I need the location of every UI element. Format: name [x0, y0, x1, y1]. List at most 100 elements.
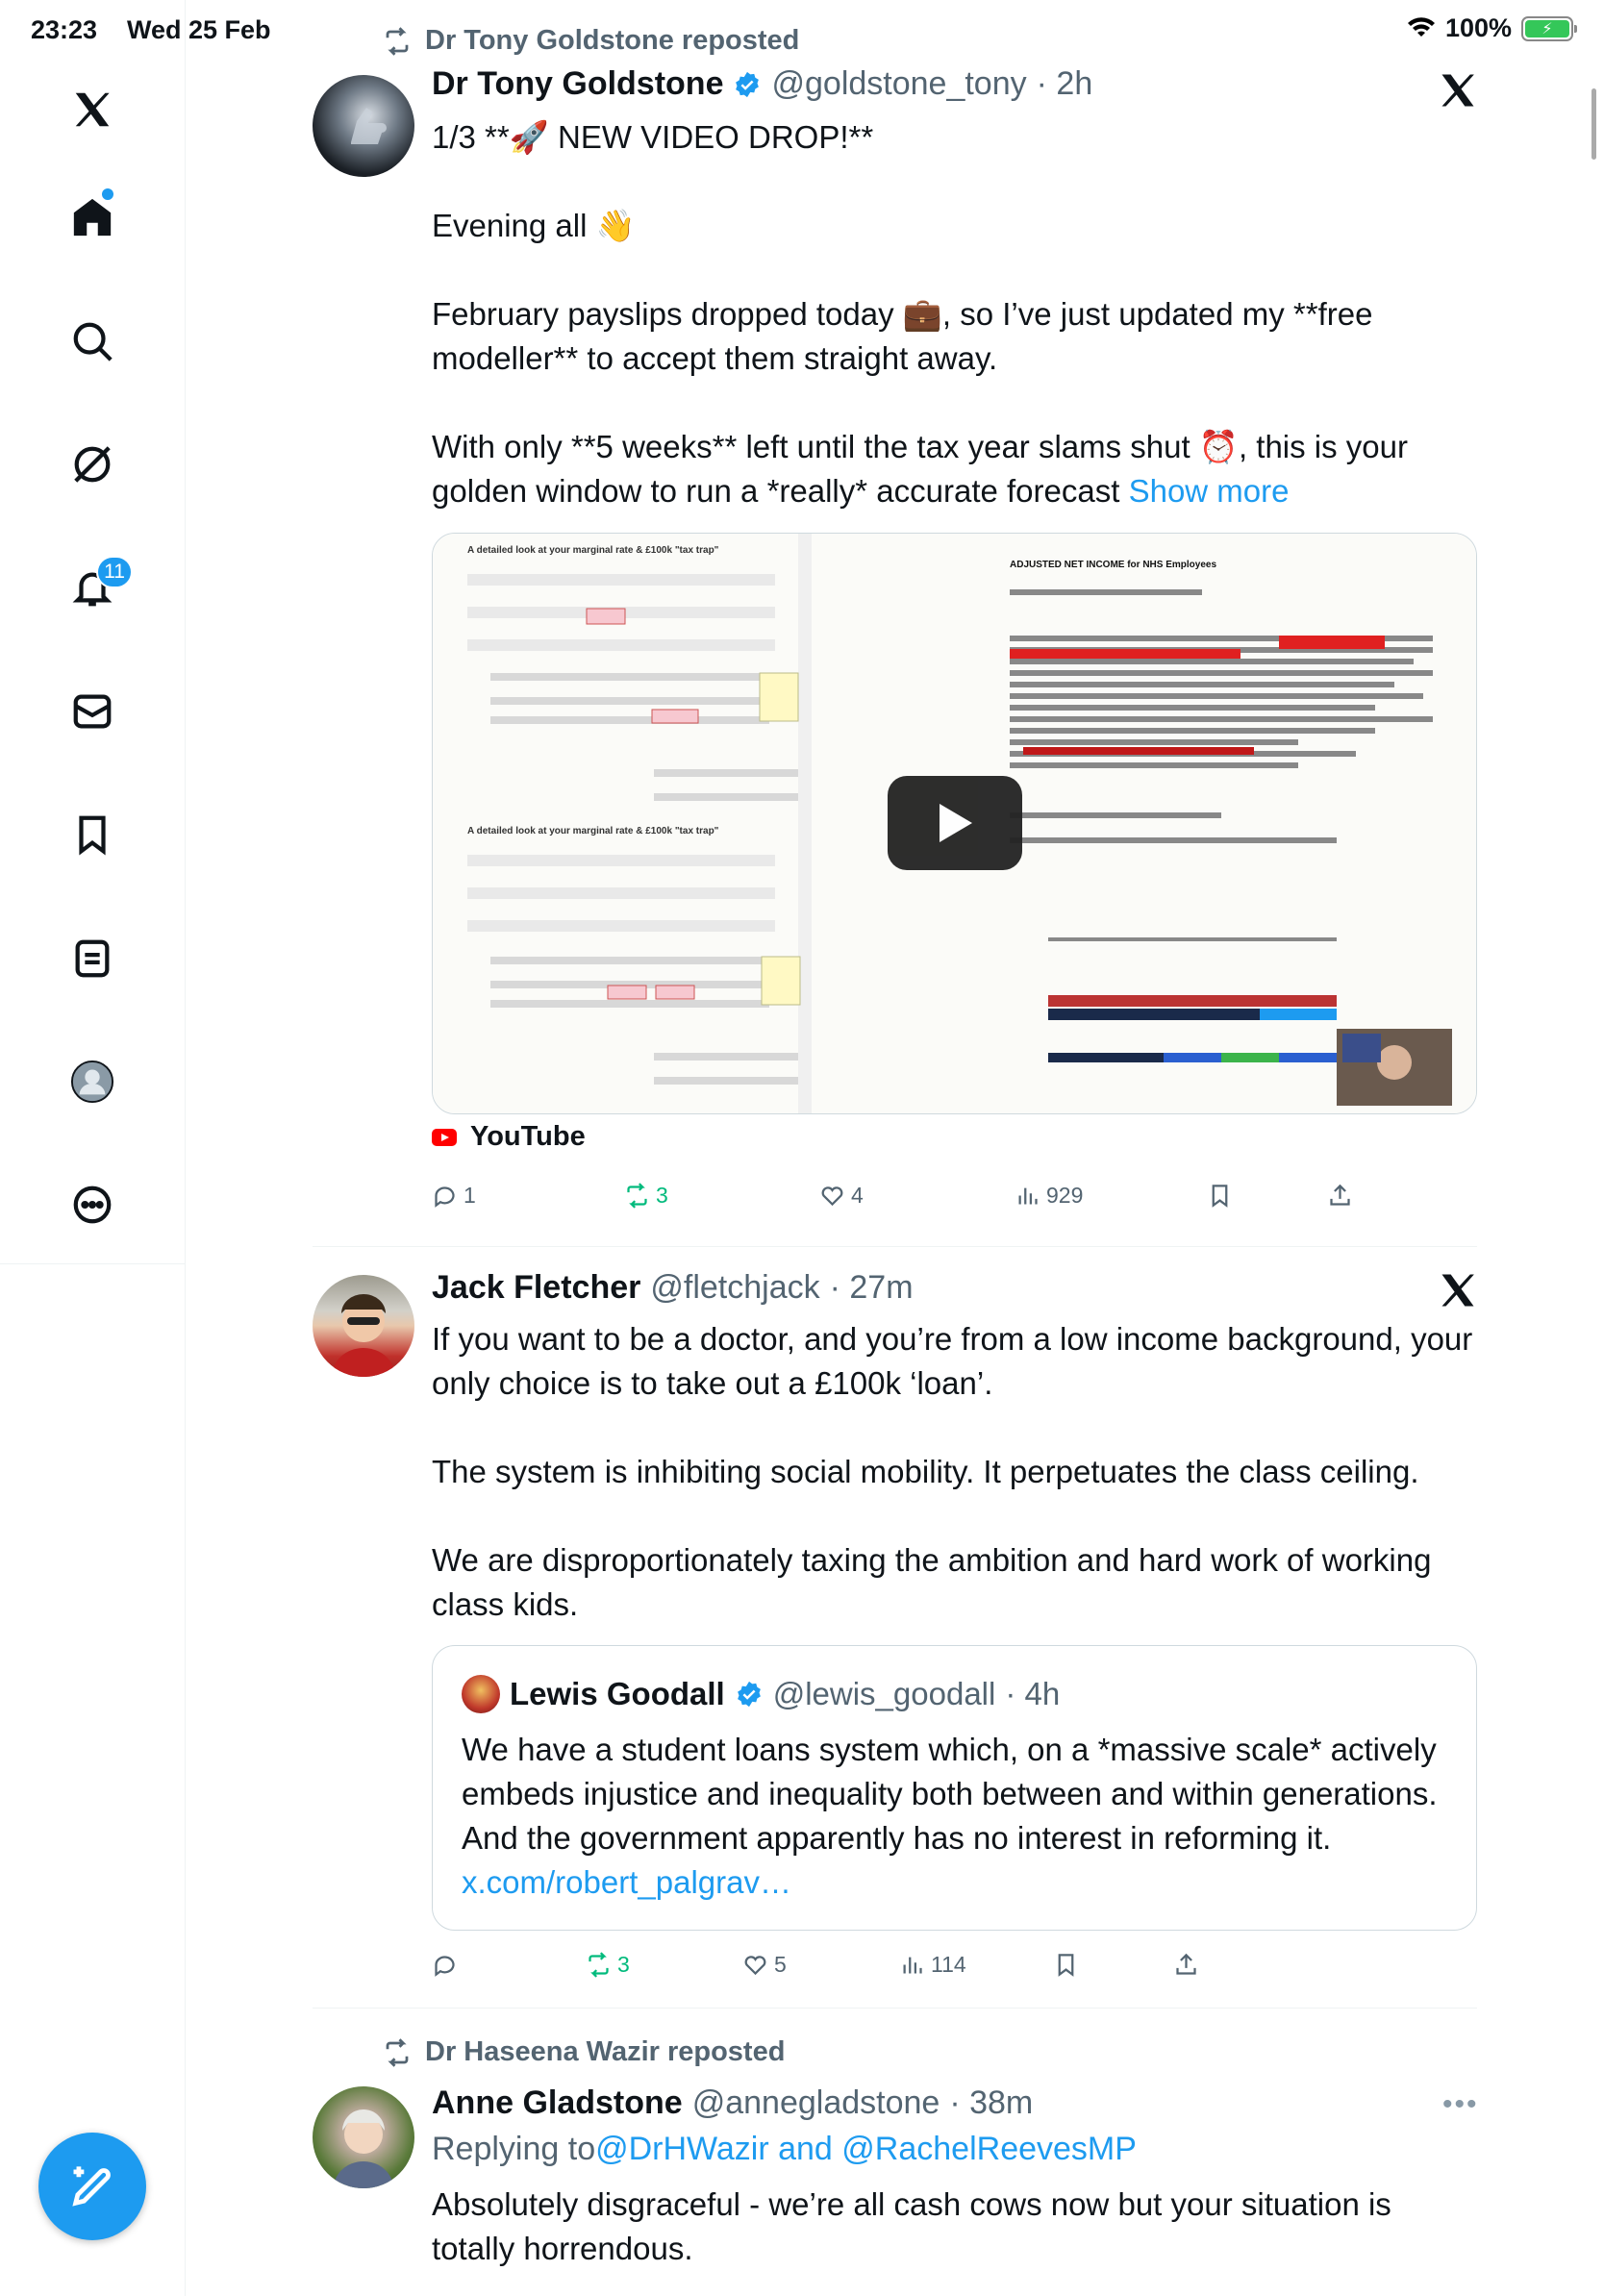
quoted-tweet-header: Lewis Goodall @lewis_goodall · 4h [462, 1675, 1060, 1713]
share-button[interactable] [1327, 1183, 1353, 1209]
author-handle[interactable]: @fletchjack [650, 1269, 819, 1307]
youtube-logo-icon [432, 1128, 457, 1146]
share-icon [1176, 1953, 1196, 1975]
repost-icon [589, 1952, 609, 1978]
tweet-divider [313, 1246, 1477, 1247]
search-icon[interactable] [59, 308, 126, 375]
bookmark-button[interactable] [1053, 1952, 1079, 1978]
bookmark-icon [1058, 1954, 1074, 1977]
tweet-time[interactable]: · 27m [830, 1269, 914, 1307]
quoted-body: We have a student loans system which, on… [462, 1732, 1438, 1856]
views-button[interactable]: 929 [1015, 1183, 1083, 1209]
heart-icon [821, 1186, 843, 1207]
battery-percent: 100% [1444, 13, 1512, 42]
reply-icon [435, 1956, 455, 1977]
views-button[interactable]: 114 [899, 1952, 966, 1978]
media-source-label: YouTube [470, 1121, 586, 1152]
play-icon [940, 804, 972, 842]
quoted-author-name: Lewis Goodall [510, 1676, 725, 1711]
x-logo-icon[interactable] [1437, 69, 1479, 112]
media-source[interactable]: YouTube [432, 1121, 586, 1153]
replying-to-handles[interactable]: @DrHWazir and @RachelReevesMP [595, 2131, 1137, 2168]
tweet-actions: 3 5 114 [432, 1952, 1393, 1981]
tweet-header: Anne Gladstone @annegladstone · 38m [432, 2084, 1033, 2122]
x-logo-icon[interactable] [59, 76, 126, 143]
replying-to: Replying to @DrHWazir and @RachelReevesM… [432, 2131, 1137, 2168]
heart-icon [744, 1956, 766, 1976]
media-title-left-2: A detailed look at your marginal rate & … [467, 826, 719, 836]
reply-button[interactable] [432, 1952, 464, 1978]
bookmark-icon [1212, 1185, 1228, 1208]
compose-feather-icon [72, 2166, 111, 2207]
reply-count: 1 [464, 1183, 476, 1208]
tweet-text: Absolutely disgraceful - we’re all cash … [432, 2186, 1400, 2266]
avatar[interactable] [313, 1275, 414, 1377]
home-unread-dot [102, 188, 113, 200]
profile-avatar-icon[interactable] [59, 1048, 126, 1115]
tweet-time[interactable]: · 2h [1037, 65, 1093, 103]
messages-icon[interactable] [59, 678, 126, 745]
author-name[interactable]: Anne Gladstone [432, 2084, 683, 2122]
show-more-link[interactable]: Show more [1129, 473, 1290, 509]
bookmarks-icon[interactable] [59, 801, 126, 868]
replying-to-label: Replying to [432, 2131, 596, 2167]
author-handle[interactable]: @goldstone_tony [771, 65, 1026, 103]
media-title-left: A detailed look at your marginal rate & … [467, 545, 719, 556]
quoted-author-handle: @lewis_goodall [772, 1676, 996, 1711]
status-right: 100% ⚡ [1407, 13, 1577, 43]
home-icon[interactable] [59, 184, 126, 251]
play-button[interactable] [888, 776, 1022, 870]
notification-badge: 11 [96, 556, 133, 588]
quoted-link[interactable]: x.com/robert_palgrav… [462, 1864, 791, 1900]
verified-badge-icon [737, 1681, 761, 1708]
repost-button[interactable]: 3 [624, 1183, 668, 1209]
tweet-actions: 1 3 4 929 [432, 1183, 1393, 1211]
more-options-icon[interactable]: ••• [1442, 2088, 1479, 2121]
repost-count: 3 [617, 1952, 630, 1977]
share-icon [1330, 1184, 1350, 1206]
sidebar: 11 [0, 0, 186, 2296]
lists-icon[interactable] [59, 925, 126, 992]
video-thumbnail[interactable]: A detailed look at your marginal rate & … [432, 533, 1477, 1114]
views-count: 929 [1046, 1183, 1084, 1208]
tweet-header: Dr Tony Goldstone @goldstone_tony · 2h [432, 65, 1092, 103]
person-photo-icon [332, 1294, 395, 1377]
tweet-divider [313, 2008, 1477, 2009]
repost-icon [627, 1183, 647, 1209]
reply-icon [435, 1186, 455, 1208]
author-handle[interactable]: @annegladstone [692, 2084, 940, 2122]
like-button[interactable]: 5 [742, 1952, 787, 1978]
thumbs-up-figure-icon [351, 108, 387, 144]
scrollbar-thumb[interactable] [1591, 88, 1596, 160]
repost-by-label: Dr Tony Goldstone reposted [425, 25, 800, 56]
like-button[interactable]: 4 [819, 1183, 864, 1209]
verified-badge-icon [736, 71, 760, 97]
tweet-time[interactable]: · 38m [949, 2084, 1033, 2122]
compose-button[interactable] [38, 2133, 146, 2240]
repost-button[interactable]: 3 [586, 1952, 630, 1978]
tweet-header: Jack Fletcher @fletchjack · 27m [432, 1269, 914, 1307]
bookmark-button[interactable] [1207, 1183, 1233, 1209]
repost-count: 3 [656, 1183, 668, 1208]
avatar[interactable] [313, 75, 414, 177]
grok-icon[interactable] [59, 431, 126, 498]
more-circle-icon[interactable] [59, 1171, 126, 1238]
avatar[interactable] [313, 2086, 414, 2188]
views-count: 114 [931, 1952, 966, 1977]
reply-button[interactable]: 1 [432, 1183, 476, 1209]
author-name[interactable]: Dr Tony Goldstone [432, 65, 723, 103]
repost-indicator: Dr Tony Goldstone reposted [383, 25, 799, 57]
avatar [462, 1675, 500, 1713]
tweet-text: 1/3 **🚀 NEW VIDEO DROP!** Evening all 👋 … [432, 115, 1480, 513]
views-chart-icon [1018, 1187, 1038, 1205]
wifi-icon [1407, 16, 1435, 37]
sidebar-divider [0, 1263, 186, 1264]
quoted-tweet[interactable]: Lewis Goodall @lewis_goodall · 4h We hav… [432, 1645, 1477, 1931]
x-logo-icon[interactable] [1437, 1269, 1479, 1311]
quoted-tweet-text: We have a student loans system which, on… [462, 1728, 1442, 1905]
share-button[interactable] [1173, 1952, 1199, 1978]
repost-indicator: Dr Haseena Wazir reposted [383, 2036, 785, 2068]
author-name[interactable]: Jack Fletcher [432, 1269, 640, 1307]
like-count: 4 [851, 1183, 864, 1208]
repost-icon [386, 2037, 409, 2067]
